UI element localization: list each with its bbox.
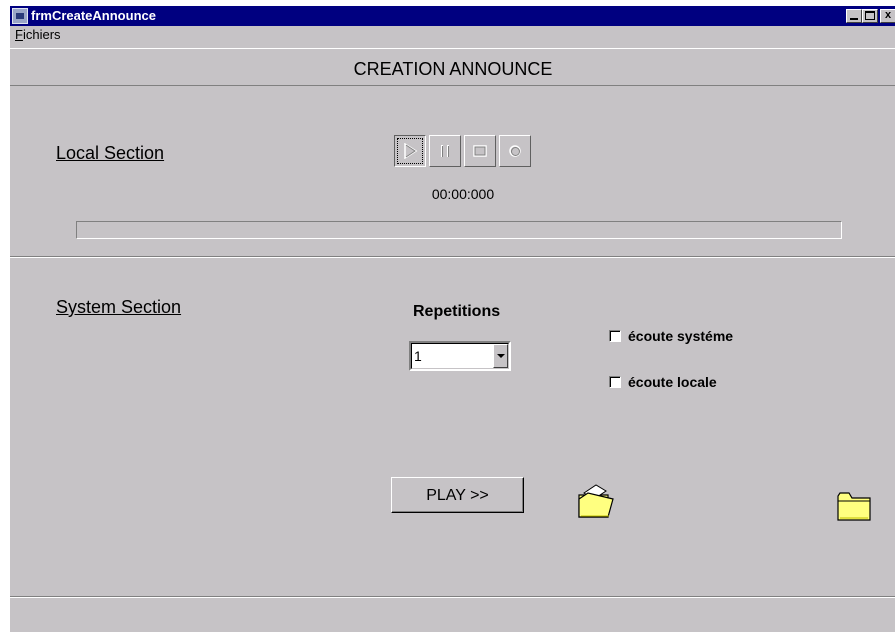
play-media-button[interactable] [394, 135, 426, 167]
record-icon [509, 145, 521, 157]
checkbox-box[interactable] [609, 376, 621, 388]
media-controls [394, 135, 532, 167]
section-divider [10, 256, 895, 258]
menu-bar: Fichiers [10, 26, 895, 44]
pause-icon [441, 145, 449, 157]
menu-fichiers[interactable]: Fichiers [15, 27, 61, 43]
header-bar: CREATION ANNOUNCE [10, 48, 895, 86]
repetitions-value: 1 [414, 348, 422, 364]
local-section-label: Local Section [56, 143, 165, 163]
checkbox-ecoute-locale[interactable]: écoute locale [609, 374, 717, 390]
maximize-button[interactable] [862, 9, 878, 23]
checkbox-label: écoute locale [628, 374, 717, 390]
chevron-down-icon[interactable] [493, 344, 508, 368]
closed-folder-icon[interactable] [836, 488, 876, 524]
status-bar [10, 596, 895, 632]
pause-media-button[interactable] [429, 135, 461, 167]
stop-media-button[interactable] [464, 135, 496, 167]
app-icon[interactable] [12, 8, 28, 24]
main-window: frmCreateAnnounce x Fichiers CREATION AN… [9, 6, 895, 632]
maximize-icon [865, 11, 875, 20]
repetitions-label: Repetitions [413, 303, 501, 320]
page-title: CREATION ANNOUNCE [353, 59, 553, 79]
play-button[interactable]: PLAY >> [391, 477, 524, 513]
title-bar[interactable]: frmCreateAnnounce x [10, 6, 895, 26]
close-button[interactable]: x [880, 9, 895, 23]
timer-display: 00:00:000 [431, 186, 495, 202]
open-folder-icon[interactable] [576, 483, 616, 519]
record-media-button[interactable] [499, 135, 531, 167]
progress-bar [76, 221, 842, 239]
repetitions-select[interactable]: 1 [409, 341, 511, 371]
checkbox-box[interactable] [609, 330, 621, 342]
window-title: frmCreateAnnounce [31, 8, 156, 23]
checkbox-ecoute-systeme[interactable]: écoute systéme [609, 328, 733, 344]
minimize-icon [850, 18, 858, 20]
checkbox-label: écoute systéme [628, 328, 734, 344]
minimize-button[interactable] [846, 9, 862, 23]
system-section-label: System Section [56, 297, 182, 317]
play-icon [404, 143, 418, 159]
stop-icon [473, 145, 487, 157]
